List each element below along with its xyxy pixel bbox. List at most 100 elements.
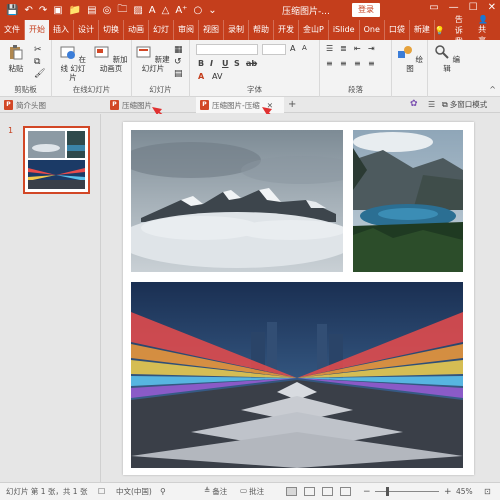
numbering-icon[interactable]: ≣: [340, 44, 347, 53]
online-slides-button[interactable]: 在线 幻灯片: [58, 44, 88, 82]
slide-thumbnail[interactable]: [23, 126, 90, 194]
ribbon: 粘贴 ✂ ⧉ 🖌 剪贴板 在线 幻灯片 新加 动画页 在线幻灯片 新建 幻灯片 …: [0, 40, 500, 97]
present-icon[interactable]: ▣: [53, 5, 62, 16]
shadow-button[interactable]: S: [234, 59, 240, 68]
collapse-ribbon-icon[interactable]: ^: [489, 85, 496, 94]
drawing-button[interactable]: 绘图: [396, 44, 424, 73]
editing-group: 编辑: [428, 40, 468, 97]
tab-home[interactable]: 开始: [25, 20, 49, 40]
circle-icon[interactable]: ○: [193, 5, 202, 16]
window-controls: ▭ — ☐ ✕: [429, 2, 496, 13]
tab-file[interactable]: 文件: [0, 20, 25, 40]
record-icon[interactable]: ◎: [103, 5, 112, 16]
indent-icon[interactable]: ⇤: [354, 44, 361, 53]
accessibility-icon[interactable]: ⚲: [160, 487, 166, 496]
tab-insert[interactable]: 插入: [49, 20, 74, 40]
notes-button[interactable]: ≜ 备注: [204, 486, 227, 497]
tab-design[interactable]: 设计: [74, 20, 99, 40]
text-icon[interactable]: A: [149, 5, 156, 16]
minimize-button[interactable]: —: [449, 2, 459, 13]
layout-icon[interactable]: ▦: [174, 45, 183, 55]
tab-developer[interactable]: 开发: [274, 20, 299, 40]
format-painter-icon[interactable]: 🖌: [34, 69, 45, 79]
reset-icon[interactable]: ↺: [174, 57, 182, 67]
normal-view-icon[interactable]: [286, 487, 297, 496]
close-button[interactable]: ✕: [488, 2, 496, 13]
align-left-icon[interactable]: ≡: [326, 59, 333, 68]
section-icon[interactable]: ▤: [174, 69, 183, 79]
multi-window-button[interactable]: ⧉ 多窗口模式: [442, 99, 487, 110]
tab-view[interactable]: 视图: [199, 20, 224, 40]
zoom-slider[interactable]: [375, 491, 439, 492]
mountain-fog-picture[interactable]: [131, 130, 343, 272]
tab-kingsoft[interactable]: 金山P: [299, 20, 329, 40]
doc-tab-label: 简介头图: [16, 100, 46, 110]
strikethrough-button[interactable]: ab: [246, 59, 257, 68]
align-right-icon[interactable]: ≡: [354, 59, 361, 68]
slideshow-view-icon[interactable]: [340, 487, 351, 496]
comments-button[interactable]: ▭ 批注: [240, 486, 264, 497]
bullets-icon[interactable]: ☰: [326, 44, 333, 53]
mountain-lake-picture[interactable]: [353, 130, 463, 272]
doc-tab-intro[interactable]: P 简介头图: [0, 97, 104, 113]
light-trails-picture[interactable]: [131, 282, 463, 468]
status-bar: 幻灯片 第 1 张，共 1 张 ☐ 中文(中国) ⚲ ≜ 备注 ▭ 批注 − +…: [0, 482, 500, 500]
redo-icon[interactable]: ↷: [39, 5, 47, 16]
tab-slideshow[interactable]: 幻灯: [149, 20, 174, 40]
outdent-icon[interactable]: ⇥: [368, 44, 375, 53]
font-size-dropdown[interactable]: [262, 44, 286, 55]
cut-icon[interactable]: ✂: [34, 45, 42, 55]
editing-button[interactable]: 编辑: [432, 44, 462, 73]
zoom-level[interactable]: 45%: [456, 487, 473, 496]
font-size-icon[interactable]: A⁺: [175, 5, 187, 16]
settings-icon[interactable]: ✿: [410, 99, 418, 109]
copy-icon[interactable]: ⧉: [34, 57, 40, 67]
search-icon: [435, 45, 449, 59]
spell-check-icon[interactable]: ☐: [98, 487, 105, 496]
zoom-out-button[interactable]: −: [363, 487, 371, 497]
login-button[interactable]: 登录: [352, 3, 380, 17]
tab-new[interactable]: 新建: [410, 20, 435, 40]
language-status[interactable]: 中文(中国): [116, 486, 152, 497]
shape-icon[interactable]: △: [162, 5, 170, 16]
image-icon[interactable]: ▨: [133, 5, 142, 16]
justify-icon[interactable]: ≡: [368, 59, 375, 68]
undo-icon[interactable]: ↶: [24, 5, 32, 16]
tab-animations[interactable]: 动画: [124, 20, 149, 40]
maximize-button[interactable]: ☐: [469, 2, 478, 13]
new-icon[interactable]: ▤: [87, 5, 96, 16]
tab-review[interactable]: 审阅: [174, 20, 199, 40]
tab-onenote[interactable]: One: [360, 20, 385, 40]
tab-pocket[interactable]: 口袋: [385, 20, 410, 40]
underline-button[interactable]: U: [222, 59, 229, 68]
tab-transitions[interactable]: 切换: [99, 20, 124, 40]
new-animation-page-button[interactable]: 新加 动画页: [94, 44, 128, 73]
slide[interactable]: [123, 122, 474, 475]
folder-icon[interactable]: 🗀: [117, 2, 127, 19]
slide-thumbnail-image: [25, 128, 88, 192]
menu-icon[interactable]: ☰: [428, 100, 435, 109]
align-center-icon[interactable]: ≡: [340, 59, 347, 68]
ribbon-display-icon[interactable]: ▭: [429, 2, 438, 13]
zoom-in-button[interactable]: +: [444, 487, 452, 497]
bold-button[interactable]: B: [198, 59, 204, 68]
font-family-dropdown[interactable]: [196, 44, 258, 55]
tab-help[interactable]: 帮助: [249, 20, 274, 40]
reading-view-icon[interactable]: [322, 487, 333, 496]
new-slide-button[interactable]: 新建 幻灯片: [136, 44, 170, 73]
char-spacing-icon[interactable]: AV: [212, 72, 222, 81]
italic-button[interactable]: I: [210, 59, 213, 68]
paste-button[interactable]: 粘贴: [4, 44, 28, 73]
tab-islide[interactable]: iSlide: [329, 20, 360, 40]
more-icon[interactable]: ⌄: [208, 5, 216, 16]
fit-to-window-icon[interactable]: ⊡: [484, 487, 491, 496]
open-icon[interactable]: 📁: [69, 5, 81, 16]
slide-sorter-icon[interactable]: [304, 487, 315, 496]
grow-font-icon[interactable]: A: [290, 44, 295, 53]
tab-record[interactable]: 录制: [224, 20, 249, 40]
save-icon[interactable]: 💾: [6, 5, 18, 16]
shrink-font-icon[interactable]: A: [302, 44, 307, 52]
font-color-icon[interactable]: A: [198, 72, 204, 81]
online-slides-group: 在线 幻灯片 新加 动画页 在线幻灯片: [52, 40, 132, 97]
zoom-slider-thumb[interactable]: [386, 487, 390, 496]
